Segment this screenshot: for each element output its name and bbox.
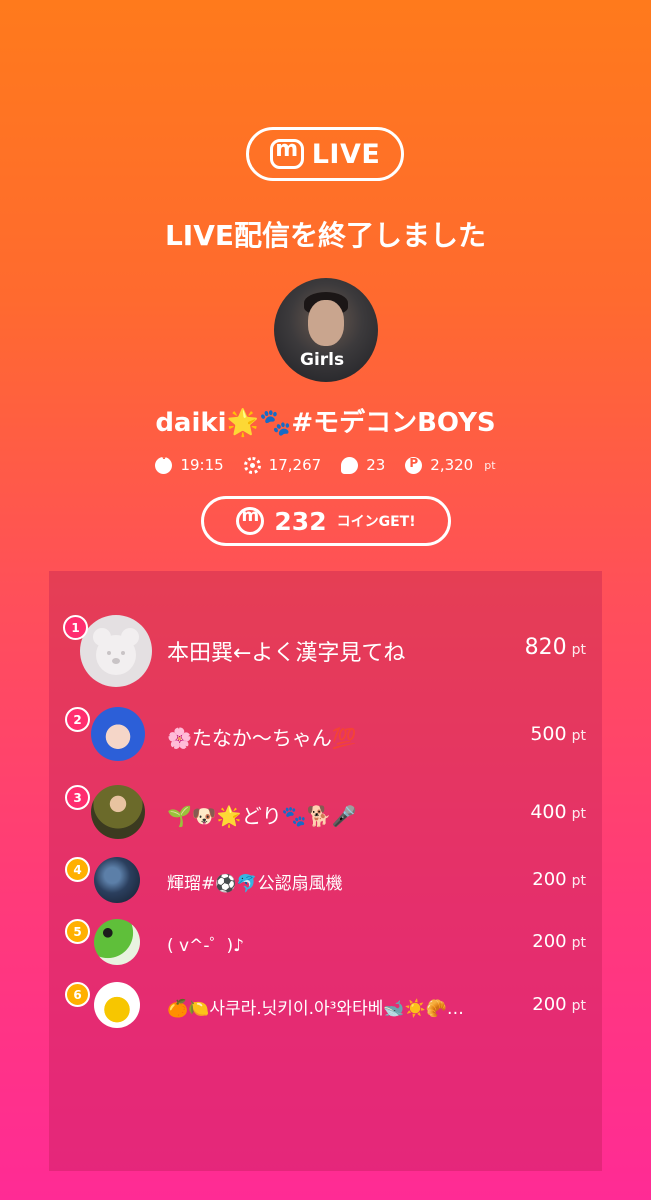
live-logo-pill: LIVE: [246, 127, 404, 181]
ranking-row[interactable]: 4 輝瑠#⚽🐬公認扇風機 200 pt: [49, 857, 602, 903]
duration-value: 19:15: [180, 456, 224, 474]
ranking-points: 200 pt: [532, 994, 586, 1015]
views-value: 17,267: [268, 456, 322, 474]
ranking-points: 400 pt: [530, 801, 586, 823]
ranking-points: 500 pt: [530, 723, 586, 745]
ranking-username: 🌱🐶🌟どり🐾🐕🎤: [167, 804, 357, 828]
stats-bar: 19:15 17,267 23 2,320 pt: [0, 453, 651, 474]
host-avatar[interactable]: Girls: [274, 278, 378, 382]
ranking-row[interactable]: 5 ( v^-゜)♪ 200 pt: [49, 919, 602, 965]
point-icon: [405, 456, 423, 474]
ranking-avatar: [94, 857, 140, 903]
ranking-username: ( v^-゜)♪: [167, 936, 244, 956]
coin-icon: [236, 506, 265, 535]
points-number: 200: [532, 931, 567, 952]
page-title: LIVE配信を終了しました: [164, 219, 487, 252]
coin-get-badge: 232 コインGET!: [201, 496, 451, 546]
points-number: 500: [530, 723, 567, 745]
host-name: daiki🌟🐾#モデコンBOYS: [155, 408, 496, 438]
stat-views: 17,267: [243, 456, 322, 474]
coin-label: コインGET!: [336, 514, 416, 530]
ranking-row[interactable]: 1 本田巽←よく漢字見てね 820 pt: [49, 615, 602, 687]
rank-badge: 6: [65, 982, 90, 1007]
ranking-row[interactable]: 3 🌱🐶🌟どり🐾🐕🎤 400 pt: [49, 783, 602, 843]
stat-duration: 19:15: [155, 453, 224, 474]
points-number: 200: [532, 994, 567, 1015]
ranking-avatar: [94, 919, 140, 965]
points-unit: pt: [484, 458, 496, 472]
points-number: 200: [532, 869, 567, 890]
ranking-points: 200 pt: [532, 869, 586, 890]
rank-badge: 4: [65, 857, 90, 882]
points-unit: pt: [571, 998, 586, 1014]
rank-badge: 1: [63, 615, 88, 640]
points-unit: pt: [571, 806, 586, 822]
points-value: 2,320: [430, 456, 474, 474]
ranking-row[interactable]: 2 🌸たなか〜ちゃん💯 500 pt: [49, 705, 602, 765]
points-unit: pt: [571, 728, 586, 744]
ranking-username: 輝瑠#⚽🐬公認扇風機: [167, 874, 343, 894]
avatar-face: [308, 300, 344, 346]
points-unit: pt: [571, 642, 586, 658]
ranking-username: 本田巽←よく漢字見てね: [167, 641, 406, 666]
avatar-caption: Girls: [300, 350, 345, 370]
ranking-avatar: [91, 785, 145, 839]
stat-comments: 23: [341, 456, 385, 474]
points-number: 820: [524, 635, 567, 660]
comment-icon: [341, 456, 359, 474]
comments-value: 23: [366, 456, 386, 474]
rank-badge: 2: [65, 707, 90, 732]
live-label: LIVE: [311, 138, 381, 170]
ranking-username: 🌸たなか〜ちゃん💯: [167, 726, 357, 750]
m-logo-icon: [269, 137, 304, 169]
ranking-row[interactable]: 6 🍊🍋사쿠라.닛키이.아³와타베🐋☀️🥐… 200 pt: [49, 982, 602, 1028]
ranking-username: 🍊🍋사쿠라.닛키이.아³와타베🐋☀️🥐…: [167, 999, 464, 1019]
ranking-list: 1 本田巽←よく漢字見てね 820 pt 2 🌸たなか〜ちゃん💯 500 pt 3 …: [49, 571, 602, 1171]
ranking-avatar: [91, 707, 145, 761]
clock-chevron-icon: [155, 453, 173, 474]
points-unit: pt: [571, 873, 586, 889]
ranking-points: 820 pt: [525, 635, 586, 660]
ranking-avatar: [94, 982, 140, 1028]
points-number: 400: [530, 801, 567, 823]
rank-badge: 5: [65, 919, 90, 944]
ranking-avatar: [80, 615, 152, 687]
rank-badge: 3: [65, 785, 90, 810]
viewer-icon: [243, 456, 261, 474]
bear-placeholder-icon: [93, 628, 139, 675]
stat-points: 2,320 pt: [405, 456, 496, 474]
coin-amount: 232: [274, 506, 327, 536]
points-unit: pt: [571, 935, 586, 951]
ranking-points: 200 pt: [532, 931, 586, 952]
